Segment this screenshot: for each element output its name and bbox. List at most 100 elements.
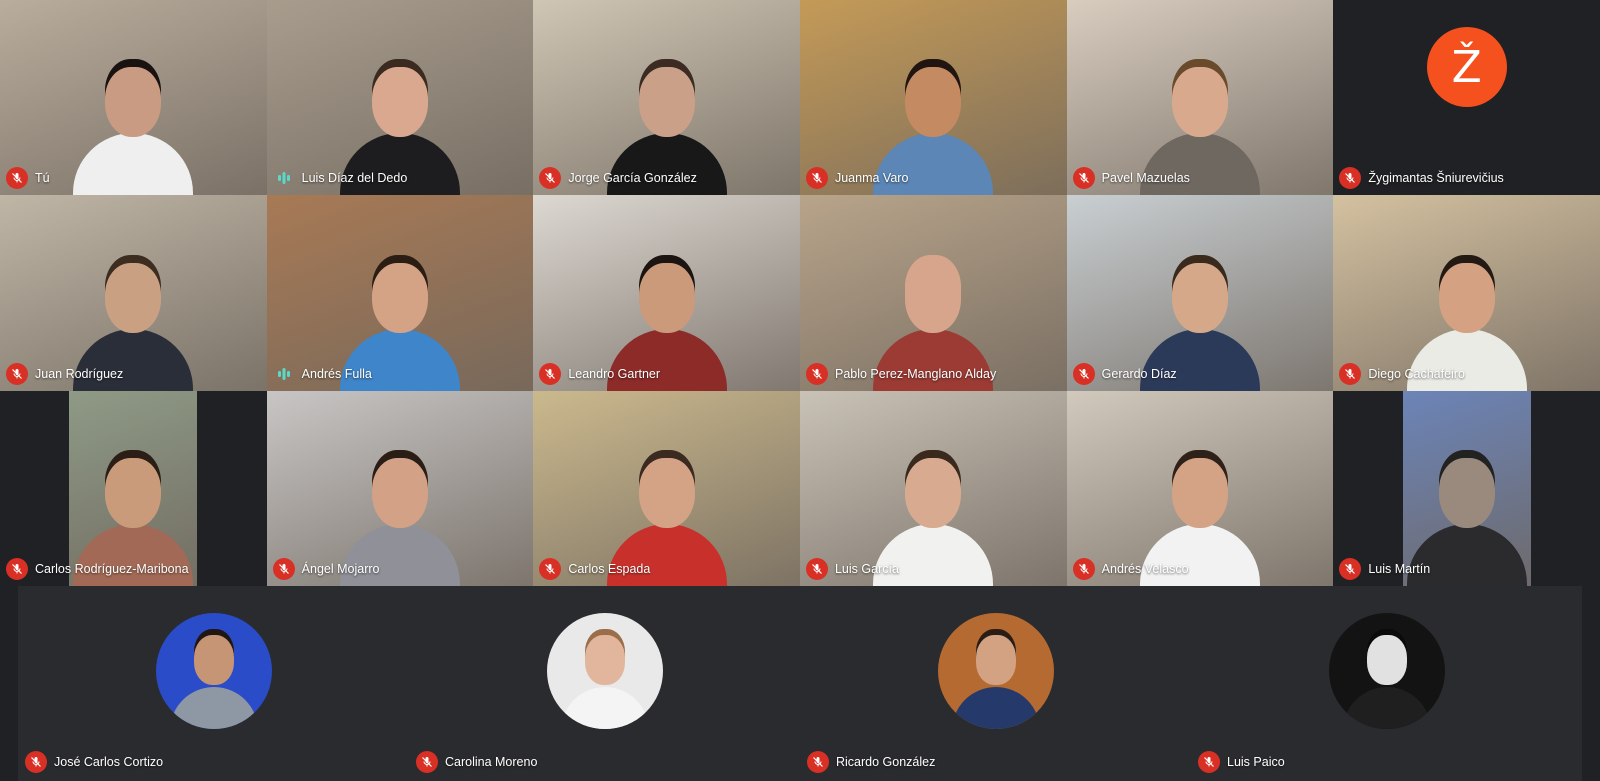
participant-name: Ángel Mojarro: [301, 561, 380, 576]
participant-tile[interactable]: Pablo Perez-Manglano Alday: [799, 195, 1067, 391]
mic-off-icon: [6, 167, 28, 190]
participant-tile[interactable]: José Carlos Cortizo: [18, 586, 409, 781]
avatar: [937, 613, 1054, 729]
audio-level-icon: [273, 167, 295, 189]
mic-off-icon: [1339, 167, 1362, 190]
participant-label: Andrés Fulla: [273, 363, 372, 385]
audio-level-icon: [273, 363, 295, 385]
mic-off-icon: [1072, 557, 1095, 580]
participant-name: Diego Cachafeiro: [1368, 366, 1465, 381]
mic-off-icon: [805, 557, 828, 580]
participant-name: Jorge García González: [568, 171, 697, 186]
participant-label: Luis Paico: [1198, 751, 1285, 773]
avatar: [155, 613, 272, 729]
participant-tile[interactable]: Diego Cachafeiro: [1333, 195, 1600, 391]
mic-off-icon: [539, 557, 562, 580]
participant-video: [0, 0, 267, 196]
participant-tile[interactable]: Luis García: [799, 390, 1067, 586]
participant-label: Luis García: [805, 557, 899, 580]
mic-off-icon: [416, 751, 438, 773]
mic-off-icon: [805, 167, 828, 190]
participant-tile[interactable]: Pavel Mazuelas: [1066, 0, 1334, 196]
mic-off-icon: [1198, 751, 1220, 773]
avatar: [1328, 613, 1445, 729]
participant-name: Luis García: [834, 561, 899, 576]
participant-label: Juan Rodríguez: [6, 362, 123, 385]
participant-label: Ricardo González: [807, 751, 935, 773]
mic-off-icon: [6, 557, 28, 580]
participant-tile[interactable]: Carlos Espada: [533, 390, 800, 586]
participant-label: Ángel Mojarro: [272, 557, 380, 580]
participant-name: Luis Martín: [1368, 561, 1431, 576]
participant-label: Carolina Moreno: [416, 751, 537, 773]
participant-label: Žygimantas Šniurevičius: [1339, 167, 1504, 190]
participant-tile[interactable]: Juan Rodríguez: [0, 195, 267, 391]
participant-name: Gerardo Díaz: [1101, 366, 1177, 381]
participant-tile[interactable]: Luis Martín: [1333, 390, 1600, 586]
mic-off-icon: [1072, 362, 1095, 385]
participant-tile[interactable]: Gerardo Díaz: [1066, 195, 1334, 391]
participant-name: Luis Díaz del Dedo: [301, 171, 408, 186]
participant-video: [1333, 195, 1600, 391]
participant-video: [533, 195, 800, 391]
participant-video: [533, 390, 800, 586]
participant-name: Pablo Perez-Manglano Alday: [834, 366, 997, 381]
participant-video: [266, 390, 534, 586]
participant-name: Tú: [35, 171, 50, 186]
avatar: [546, 613, 663, 729]
participant-tile[interactable]: Luis Paico: [1191, 586, 1582, 781]
participant-tile[interactable]: Juanma Varo: [799, 0, 1067, 196]
participant-label: Leandro Gartner: [539, 362, 661, 385]
participant-tile[interactable]: Ángel Mojarro: [266, 390, 534, 586]
participant-name: Andrés Velasco: [1101, 561, 1189, 576]
participant-label: Luis Díaz del Dedo: [273, 167, 408, 189]
participant-name: Pavel Mazuelas: [1101, 171, 1190, 186]
participant-label: Carlos Rodríguez-Maribona: [6, 557, 189, 580]
participant-tile[interactable]: Ž Žygimantas Šniurevičius: [1333, 0, 1600, 196]
participant-video-figure: [73, 45, 194, 196]
mic-off-icon: [1072, 167, 1095, 190]
mic-off-icon: [25, 751, 47, 773]
participant-name: Carlos Rodríguez-Maribona: [35, 561, 189, 576]
participant-video: [69, 390, 198, 586]
participant-tile[interactable]: Carolina Moreno: [409, 586, 800, 781]
participant-name: Juanma Varo: [834, 171, 909, 186]
participant-tile[interactable]: Luis Díaz del Dedo: [266, 0, 534, 196]
participant-label: Andrés Velasco: [1072, 557, 1189, 580]
participant-name: Leandro Gartner: [568, 366, 661, 381]
participant-video: [799, 0, 1067, 196]
participant-name: Carlos Espada: [568, 561, 651, 576]
participant-tile[interactable]: Andrés Fulla: [266, 195, 534, 391]
participant-video: [533, 0, 800, 196]
participant-name: Žygimantas Šniurevičius: [1368, 171, 1504, 186]
avatar-strip: José Carlos Cortizo Carolina Moreno Ricard…: [18, 586, 1582, 781]
participant-label: Pavel Mazuelas: [1072, 167, 1190, 190]
participant-tile[interactable]: Jorge García González: [533, 0, 800, 196]
participant-label: Carlos Espada: [539, 557, 651, 580]
participant-video: [266, 195, 534, 391]
participant-name: José Carlos Cortizo: [54, 755, 164, 769]
participant-label: Diego Cachafeiro: [1339, 362, 1465, 385]
participant-name: Carolina Moreno: [445, 755, 538, 769]
participant-video: [266, 0, 534, 196]
participant-video: [799, 195, 1067, 391]
participant-tile[interactable]: Carlos Rodríguez-Maribona: [0, 390, 267, 586]
participant-video: [1402, 390, 1531, 586]
mic-off-icon: [6, 362, 28, 385]
participant-tile[interactable]: Tú: [0, 0, 267, 196]
participant-name: Ricardo González: [836, 755, 936, 769]
participant-tile[interactable]: Leandro Gartner: [533, 195, 800, 391]
participant-video: [1066, 195, 1334, 391]
mic-off-icon: [807, 751, 829, 773]
participant-label: Jorge García González: [539, 167, 697, 190]
mic-off-icon: [539, 167, 562, 190]
mic-off-icon: [272, 557, 295, 580]
participant-video: [1066, 0, 1334, 196]
participant-label: Juanma Varo: [805, 167, 909, 190]
participant-video: [1066, 390, 1334, 586]
participant-video: [0, 195, 267, 391]
participant-tile[interactable]: Ricardo González: [800, 586, 1191, 781]
participant-tile[interactable]: Andrés Velasco: [1066, 390, 1334, 586]
participant-label: Tú: [6, 167, 50, 190]
participant-video: [799, 390, 1067, 586]
